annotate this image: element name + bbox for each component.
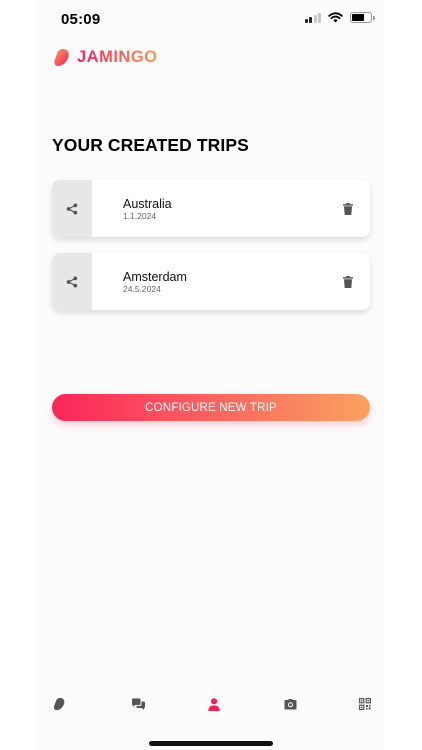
logo-text: JAMINGO [77, 48, 158, 66]
share-icon [66, 276, 78, 287]
trip-list: Australia 1.1.2024 Amsterdam 24.5.2024 [52, 180, 370, 326]
chat-icon [131, 698, 145, 710]
status-bar: 05:09 [0, 0, 422, 38]
trip-date: 24.5.2024 [123, 283, 161, 294]
camera-icon [284, 698, 296, 709]
page-title: YOUR CREATED TRIPS [52, 135, 249, 155]
trip-card[interactable]: Amsterdam 24.5.2024 [52, 253, 370, 310]
trash-icon [343, 202, 353, 215]
home-indicator [149, 741, 273, 746]
configure-new-trip-button[interactable]: CONFIGURE NEW TRIP [52, 394, 370, 421]
delete-trip-button[interactable] [337, 198, 359, 220]
battery-icon [350, 12, 375, 23]
app-screen: 05:09 JAMINGO YOUR CREATED TRIPS Austral… [0, 0, 422, 750]
share-button[interactable] [52, 180, 92, 237]
left-margin [0, 0, 38, 750]
profile-icon [208, 697, 220, 711]
cellular-signal-icon [304, 12, 321, 23]
status-icons [304, 12, 375, 23]
trip-name: Amsterdam [123, 269, 187, 284]
trip-card[interactable]: Australia 1.1.2024 [52, 180, 370, 237]
nav-profile[interactable] [202, 692, 226, 716]
nav-chat[interactable] [126, 692, 150, 716]
jamingo-logo-icon [53, 697, 64, 711]
nav-home[interactable] [47, 692, 71, 716]
wifi-icon [328, 12, 343, 23]
trash-icon [343, 275, 353, 288]
app-logo: JAMINGO [53, 48, 158, 67]
trip-date: 1.1.2024 [123, 210, 157, 221]
trip-info: Amsterdam 24.5.2024 [123, 270, 337, 294]
status-time: 05:09 [61, 11, 101, 28]
qr-code-icon [359, 698, 371, 710]
trip-name: Australia [123, 196, 172, 211]
right-margin [384, 0, 422, 750]
trip-info: Australia 1.1.2024 [123, 197, 337, 221]
share-button[interactable] [52, 253, 92, 310]
jamingo-logo-icon [54, 49, 69, 66]
nav-qr-scan[interactable] [353, 692, 377, 716]
nav-camera[interactable] [278, 692, 302, 716]
bottom-nav [38, 692, 384, 716]
share-icon [66, 203, 78, 214]
delete-trip-button[interactable] [337, 271, 359, 293]
